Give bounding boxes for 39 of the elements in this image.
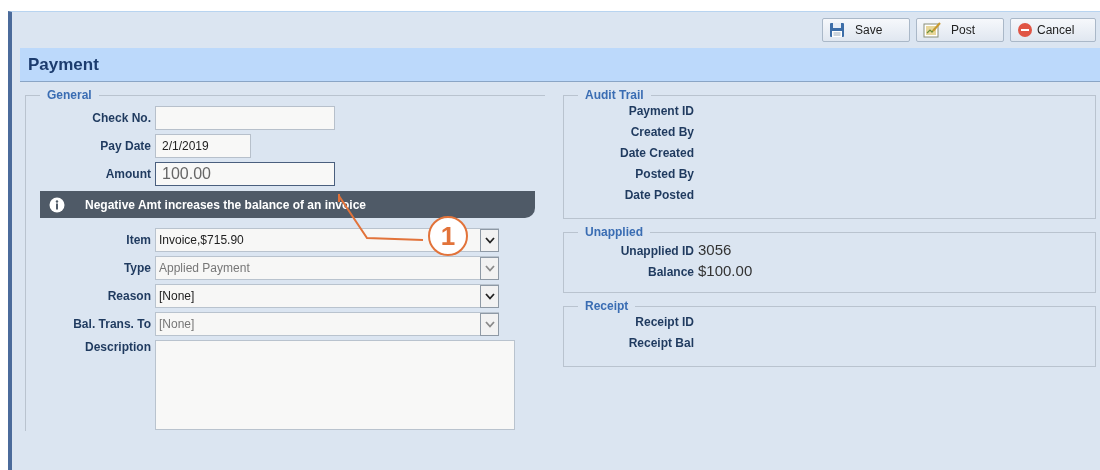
field-label: Receipt Bal xyxy=(627,336,695,350)
save-button[interactable]: Save xyxy=(822,18,910,42)
field-label: Reason xyxy=(106,289,152,303)
input-field[interactable]: 100.00 xyxy=(155,162,335,186)
section-title: Receipt xyxy=(584,299,630,313)
field-value: $100.00 xyxy=(698,262,753,279)
post-button[interactable]: Post xyxy=(916,18,1004,42)
chevron-down-icon xyxy=(484,320,495,328)
chevron-down-icon xyxy=(484,292,495,300)
cancel-icon xyxy=(1017,22,1033,38)
field-label: Type xyxy=(122,261,152,275)
field-label: Unapplied ID xyxy=(619,244,695,258)
field-label: Check No. xyxy=(91,111,152,125)
text-area[interactable] xyxy=(155,340,515,430)
page-title: Payment xyxy=(28,54,99,75)
field-label: Balance xyxy=(646,265,695,279)
field-label: Date Created xyxy=(618,146,695,160)
dropdown[interactable]: [None] xyxy=(155,284,499,308)
chevron-down-icon xyxy=(484,236,495,244)
document-pencil-icon xyxy=(923,22,941,38)
field-label: Description xyxy=(84,340,152,354)
section-title: General xyxy=(46,88,93,102)
field-label: Bal. Trans. To xyxy=(72,317,152,331)
section-title: Unapplied xyxy=(584,225,644,239)
field-label: Item xyxy=(125,233,152,247)
input-field[interactable] xyxy=(155,106,335,130)
info-icon xyxy=(49,196,65,213)
field-label: Payment ID xyxy=(627,104,695,118)
field-label: Pay Date xyxy=(99,139,152,153)
field-value: 3056 xyxy=(698,241,732,258)
field-label: Created By xyxy=(629,125,695,139)
section-title: Audit Trail xyxy=(584,88,645,102)
field-label: Amount xyxy=(104,167,152,181)
cancel-button[interactable]: Cancel xyxy=(1010,18,1096,42)
field-label: Posted By xyxy=(634,167,695,181)
chevron-down-icon xyxy=(484,264,495,272)
input-field[interactable]: 2/1/2019 xyxy=(155,134,251,158)
field-label: Receipt ID xyxy=(634,315,695,329)
field-label: Date Posted xyxy=(623,188,695,202)
